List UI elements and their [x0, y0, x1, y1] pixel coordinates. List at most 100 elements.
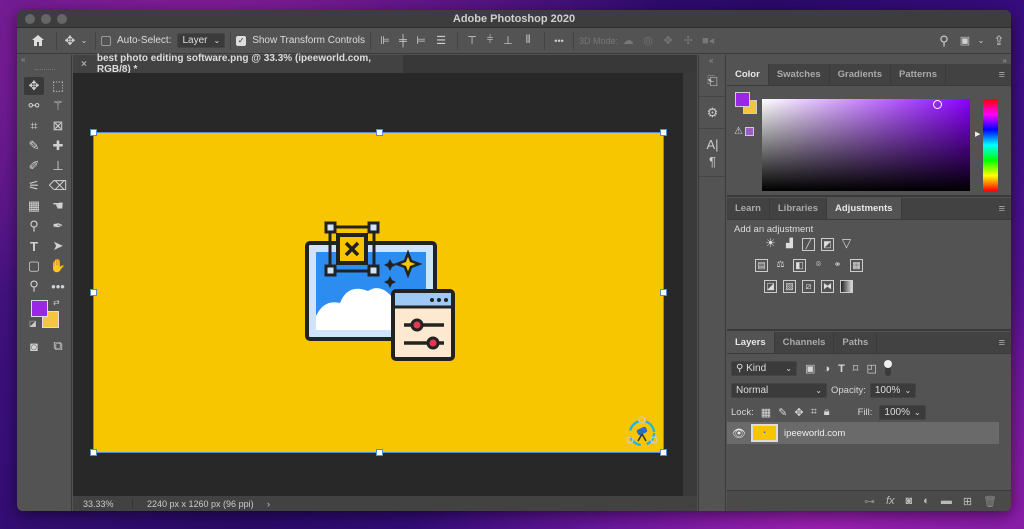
gradient-map-icon[interactable] [840, 280, 853, 293]
black-white-icon[interactable]: ◧ [793, 259, 806, 272]
brush-tool[interactable]: ✐ [24, 157, 44, 175]
layer-row[interactable]: 👁︎ ▪ ipeeworld.com [727, 422, 999, 444]
home-icon[interactable] [25, 34, 51, 47]
distribute-vertical-icon[interactable]: ⫴ [517, 34, 539, 47]
show-transform-toggle[interactable]: ✓ Show Transform Controls [236, 28, 365, 54]
adjustment-layer-icon[interactable]: ◐ [923, 495, 930, 507]
3d-roll-icon[interactable]: ◎ [638, 34, 658, 47]
tab-gradients[interactable]: Gradients [830, 64, 891, 85]
3d-slide-icon[interactable]: ✢ [678, 34, 698, 47]
new-layer-icon[interactable]: ⊞ [963, 495, 972, 508]
pen-tool[interactable]: ✒ [48, 217, 68, 235]
transform-handle-right[interactable] [660, 289, 667, 296]
panel-menu-icon[interactable]: ≡ [999, 203, 1005, 215]
filter-adjustment-icon[interactable]: ◑ [823, 363, 830, 375]
auto-select-toggle[interactable]: Auto-Select: [101, 28, 171, 54]
exposure-icon[interactable]: ◩ [821, 238, 834, 251]
dodge-tool[interactable]: ⚲ [24, 217, 44, 235]
lock-image-pixels-icon[interactable]: ✎ [778, 406, 787, 419]
move-tool[interactable]: ✥ [24, 77, 44, 95]
panel-grip[interactable] [35, 69, 55, 71]
align-top-icon[interactable]: ⊤ [463, 34, 481, 47]
smudge-tool[interactable]: ☚ [48, 197, 68, 215]
brightness-contrast-icon[interactable]: ☀ [764, 237, 777, 251]
history-brush-tool[interactable]: ⚟ [24, 177, 44, 195]
more-options-icon[interactable]: ••• [550, 36, 568, 46]
foreground-color-swatch[interactable] [31, 300, 48, 317]
folder-icon[interactable]: ▬ [941, 495, 952, 507]
healing-brush-tool[interactable]: ✚ [48, 137, 68, 155]
properties-panel-icon[interactable]: ⚙ [699, 97, 726, 129]
screen-mode-icon[interactable]: ⧉ [48, 337, 68, 355]
document-tab[interactable]: × best photo editing software.png @ 33.3… [73, 53, 403, 75]
threshold-icon[interactable]: ⧄ [802, 280, 815, 293]
curves-icon[interactable]: ╱ [802, 238, 815, 251]
filter-toggle[interactable] [883, 359, 892, 376]
levels-icon[interactable]: ▟ [783, 238, 796, 251]
panel-fg-color[interactable] [735, 92, 750, 107]
canvas[interactable] [73, 73, 683, 496]
align-right-icon[interactable]: ⊨ [412, 34, 430, 47]
status-menu-arrow[interactable]: › [263, 499, 270, 509]
color-balance-icon[interactable]: ⚖ [774, 259, 787, 272]
tab-patterns[interactable]: Patterns [891, 64, 947, 85]
web-safe-color-swatch[interactable] [745, 127, 754, 136]
fx-icon[interactable]: fx [886, 495, 895, 507]
chevron-down-icon[interactable]: ⌄ [78, 36, 90, 45]
mask-icon[interactable]: ◙ [906, 495, 913, 507]
transform-handle-top[interactable] [376, 129, 383, 136]
auto-select-dropdown[interactable]: Layer ⌄ [177, 33, 226, 48]
chevron-down-icon[interactable]: ⌄ [914, 408, 921, 417]
hue-saturation-icon[interactable]: ▤ [755, 259, 768, 272]
rectangle-tool[interactable]: ▢ [24, 257, 44, 275]
filter-pixel-icon[interactable]: ▣ [805, 362, 815, 375]
chevron-down-icon[interactable]: ⌄ [975, 36, 987, 45]
layer-filter-dropdown[interactable]: ⚲ Kind ⌄ [731, 361, 797, 376]
blend-mode-dropdown[interactable]: Normal ⌄ [731, 383, 827, 398]
magic-wand-tool[interactable]: ⚚ [48, 97, 68, 115]
marquee-tool[interactable]: ⬚ [48, 77, 68, 95]
tab-channels[interactable]: Channels [775, 332, 835, 353]
auto-select-checkbox[interactable] [101, 35, 111, 46]
quick-mask-icon[interactable]: ◙ [24, 337, 44, 355]
3d-pan-icon[interactable]: ✥ [658, 34, 678, 47]
expand-icon[interactable]: » [1003, 56, 1007, 65]
paragraph-panel-icon[interactable]: ¶ [709, 154, 716, 169]
transform-handle-bottom-right[interactable] [660, 449, 667, 456]
tab-libraries[interactable]: Libraries [770, 198, 828, 219]
default-colors-icon[interactable]: ◪ [29, 319, 37, 328]
collapse-icon[interactable]: « [709, 56, 713, 65]
crop-tool[interactable]: ⌗ [24, 117, 44, 135]
transform-handle-top-right[interactable] [660, 129, 667, 136]
posterize-icon[interactable]: ▨ [783, 280, 796, 293]
tab-adjustments[interactable]: Adjustments [827, 198, 902, 219]
eyedropper-tool[interactable]: ✎ [24, 137, 44, 155]
selective-color-icon[interactable]: ⧓ [821, 280, 834, 293]
lock-artboard-icon[interactable]: ⌗ [811, 406, 817, 419]
hue-slider-arrow[interactable]: ▶ [975, 130, 980, 138]
link-icon[interactable]: ⊶ [864, 495, 875, 508]
align-bottom-icon[interactable]: ⊥ [499, 34, 517, 47]
gradient-tool[interactable]: ▦ [24, 197, 44, 215]
distribute-icon[interactable]: ☰ [430, 34, 452, 47]
transform-handle-bottom-left[interactable] [90, 449, 97, 456]
type-tool[interactable]: T [24, 237, 44, 255]
lock-transparent-pixels-icon[interactable]: ▦ [761, 406, 771, 419]
eraser-tool[interactable]: ⌫ [48, 177, 68, 195]
workspace-icon[interactable]: ▣ [955, 34, 975, 47]
close-tab-icon[interactable]: × [81, 59, 87, 70]
tab-learn[interactable]: Learn [727, 198, 770, 219]
color-lookup-icon[interactable]: ▦ [850, 259, 863, 272]
chevron-down-icon[interactable]: ⌄ [904, 386, 911, 395]
out-of-gamut-warning-icon[interactable]: ⚠ [734, 126, 743, 137]
tab-swatches[interactable]: Swatches [769, 64, 830, 85]
align-horizontal-center-icon[interactable]: ╪ [394, 35, 412, 47]
opacity-input[interactable]: 100% ⌄ [869, 383, 917, 398]
color-picker-cursor[interactable] [933, 100, 942, 109]
collapse-icon[interactable]: « [21, 55, 25, 64]
show-transform-checkbox[interactable]: ✓ [236, 35, 247, 46]
edit-toolbar-icon[interactable]: ••• [48, 277, 68, 295]
transform-handle-top-left[interactable] [90, 129, 97, 136]
frame-tool[interactable]: ⊠ [48, 117, 68, 135]
lock-all-icon[interactable]: 🔒︎ [824, 406, 830, 419]
